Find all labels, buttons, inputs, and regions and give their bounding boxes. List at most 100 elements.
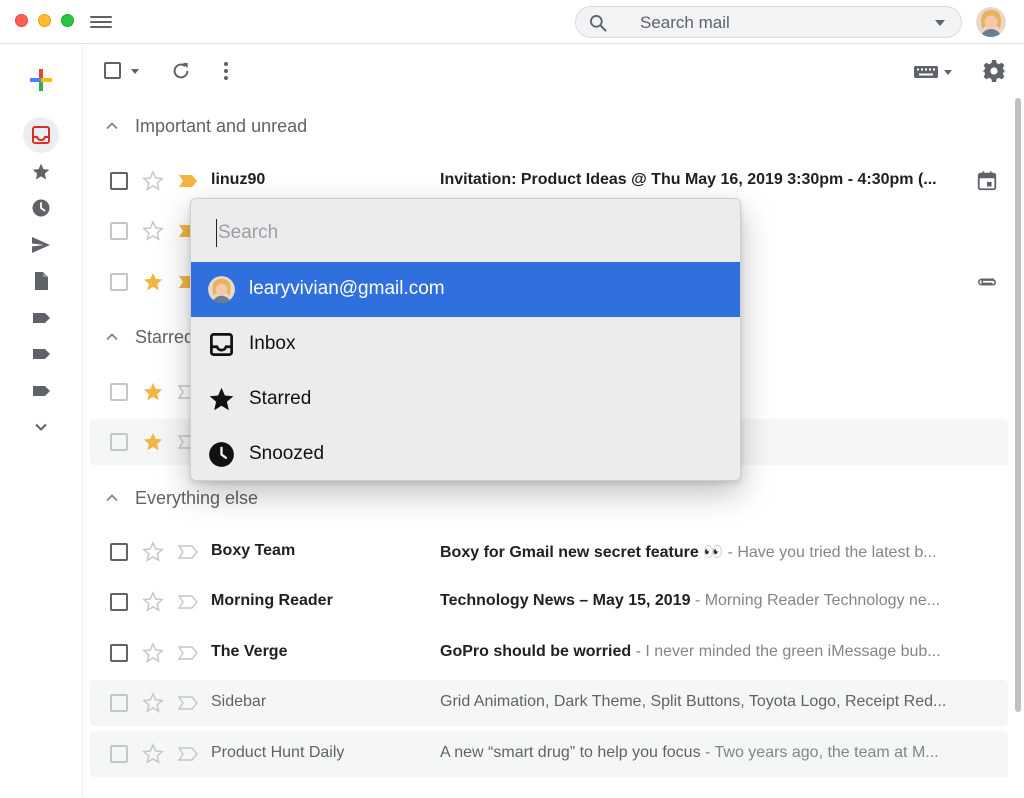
rail-label-2[interactable] [23, 336, 59, 372]
toolbar [84, 45, 1024, 97]
popup-search-input[interactable] [216, 219, 716, 247]
importance-marker-icon[interactable] [178, 595, 198, 609]
message-row[interactable]: The Verge GoPro should be worried - I nev… [90, 630, 1008, 676]
settings-icon[interactable] [982, 59, 1006, 83]
left-rail [0, 45, 83, 798]
row-subject: Boxy for Gmail new secret feature 👀 [440, 544, 724, 561]
rail-drafts[interactable] [23, 263, 59, 299]
message-row[interactable]: Sidebar Grid Animation, Dark Theme, Split… [90, 680, 1008, 726]
star-icon[interactable] [142, 642, 164, 664]
popup-item-label: Inbox [249, 333, 296, 354]
search-icon [590, 15, 607, 32]
section-title: Starred [135, 326, 195, 347]
rail-label-3[interactable] [23, 373, 59, 409]
select-all-checkbox[interactable] [104, 62, 121, 79]
popup-item-starred[interactable]: Starred [191, 372, 740, 427]
popup-item-inbox[interactable]: Inbox [191, 317, 740, 372]
message-row[interactable]: Boxy Team Boxy for Gmail new secret featu… [90, 529, 1008, 575]
row-snippet: - Morning Reader Technology ne... [690, 592, 941, 609]
star-icon[interactable] [142, 692, 164, 714]
window-minimize-button[interactable] [38, 14, 51, 27]
row-checkbox[interactable] [110, 644, 128, 662]
row-subject: Technology News – May 15, 2019 [440, 592, 691, 609]
row-subject: A new “smart drug” to help you focus [440, 744, 701, 761]
keyboard-icon[interactable] [914, 64, 956, 80]
attachment-icon [978, 278, 996, 286]
label-icon [33, 386, 50, 396]
row-sender: linuz90 [211, 171, 266, 188]
row-subject-line: GoPro should be worried - I never minded… [440, 643, 970, 661]
row-subject: Grid Animation, Dark Theme, Split Button… [440, 693, 947, 710]
scrollbar-thumb[interactable] [1015, 98, 1021, 712]
section-everything-else[interactable]: Everything else [104, 486, 258, 510]
row-checkbox[interactable] [110, 745, 128, 763]
compose-plus-icon[interactable] [28, 67, 54, 93]
message-row[interactable]: Morning Reader Technology News – May 15, … [90, 579, 1008, 625]
row-subject: Invitation: Product Ideas @ Thu May 16, … [440, 171, 937, 188]
section-starred[interactable]: Starred [104, 325, 194, 349]
rail-more[interactable] [23, 409, 59, 445]
row-subject-line: Grid Animation, Dark Theme, Split Button… [440, 693, 970, 711]
row-sender: Boxy Team [211, 542, 296, 559]
row-sender: Morning Reader [211, 592, 333, 609]
row-checkbox[interactable] [110, 273, 128, 291]
clock-icon [32, 199, 50, 217]
quick-switcher-popup: learyvivian@gmail.com Inbox Starred Snoo… [190, 198, 741, 481]
more-vert-icon[interactable] [220, 60, 232, 82]
row-checkbox[interactable] [110, 694, 128, 712]
inbox-icon [32, 126, 50, 144]
row-checkbox[interactable] [110, 222, 128, 240]
star-icon[interactable] [142, 743, 164, 765]
rail-sent[interactable] [23, 227, 59, 263]
popup-item-label: Starred [249, 388, 312, 409]
importance-marker-icon[interactable] [178, 747, 198, 761]
row-subject: GoPro should be worried [440, 643, 632, 660]
row-checkbox[interactable] [110, 593, 128, 611]
rail-label-1[interactable] [23, 300, 59, 336]
popup-item-snoozed[interactable]: Snoozed [191, 427, 740, 480]
rail-inbox[interactable] [23, 117, 59, 153]
star-icon[interactable] [142, 220, 164, 242]
account-avatar[interactable] [976, 7, 1006, 37]
star-icon [32, 163, 50, 180]
importance-marker-icon[interactable] [178, 545, 198, 559]
row-checkbox[interactable] [110, 543, 128, 561]
row-checkbox[interactable] [110, 433, 128, 451]
row-checkbox[interactable] [110, 383, 128, 401]
draft-icon [35, 272, 48, 290]
calendar-icon [977, 171, 997, 191]
section-important-unread[interactable]: Important and unread [104, 114, 307, 138]
message-row[interactable]: Product Hunt Daily A new “smart drug” to … [90, 731, 1008, 777]
popup-item-label: Snoozed [249, 443, 325, 464]
window-zoom-button[interactable] [61, 14, 74, 27]
importance-marker-icon[interactable] [178, 174, 198, 188]
chevron-up-icon [106, 122, 118, 130]
rail-starred[interactable] [23, 154, 59, 190]
row-sender: Sidebar [211, 693, 267, 710]
importance-marker-icon[interactable] [178, 696, 198, 710]
select-caret-icon[interactable] [131, 69, 139, 74]
popup-item-account[interactable]: learyvivian@gmail.com [191, 262, 740, 317]
section-title: Important and unread [135, 115, 308, 136]
importance-marker-icon[interactable] [178, 646, 198, 660]
section-title: Everything else [135, 487, 259, 508]
star-icon[interactable] [142, 271, 164, 293]
star-icon[interactable] [142, 431, 164, 453]
search-mail-bar[interactable]: Search mail [575, 6, 962, 38]
star-icon[interactable] [142, 591, 164, 613]
menu-icon[interactable] [90, 13, 112, 31]
star-icon [209, 387, 234, 411]
rail-snoozed[interactable] [23, 190, 59, 226]
star-icon[interactable] [142, 381, 164, 403]
row-checkbox[interactable] [110, 172, 128, 190]
row-sender: The Verge [211, 643, 288, 660]
row-sender: Product Hunt Daily [211, 744, 345, 761]
search-placeholder: Search mail [640, 13, 730, 32]
star-icon[interactable] [142, 170, 164, 192]
search-options-caret-icon[interactable] [935, 20, 945, 26]
row-snippet: - I never minded the green iMessage bub.… [631, 643, 941, 660]
window-close-button[interactable] [15, 14, 28, 27]
refresh-icon[interactable] [170, 60, 192, 82]
row-subject-line: A new “smart drug” to help you focus - T… [440, 744, 970, 762]
star-icon[interactable] [142, 541, 164, 563]
